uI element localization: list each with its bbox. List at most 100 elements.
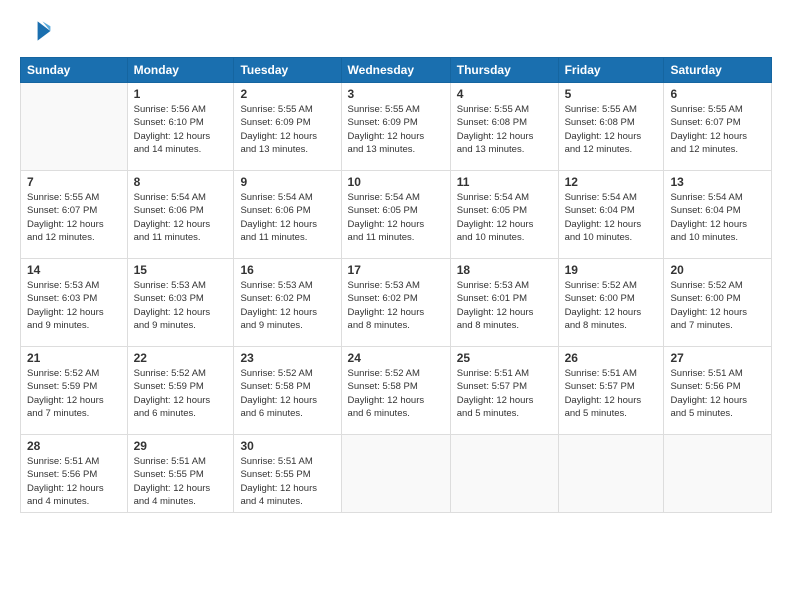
weekday-header-tuesday: Tuesday [234, 58, 341, 83]
calendar-cell: 27 Sunrise: 5:51 AM Sunset: 5:56 PM Dayli… [664, 347, 772, 435]
day-info: Sunrise: 5:55 AM Sunset: 6:08 PM Dayligh… [565, 103, 658, 156]
calendar-cell: 3 Sunrise: 5:55 AM Sunset: 6:09 PM Daylig… [341, 83, 450, 171]
day-number: 2 [240, 87, 334, 101]
day-number: 19 [565, 263, 658, 277]
weekday-header-friday: Friday [558, 58, 664, 83]
day-number: 24 [348, 351, 444, 365]
day-info: Sunrise: 5:55 AM Sunset: 6:09 PM Dayligh… [240, 103, 334, 156]
calendar-cell: 26 Sunrise: 5:51 AM Sunset: 5:57 PM Dayli… [558, 347, 664, 435]
logo-icon [20, 15, 52, 47]
calendar-cell: 16 Sunrise: 5:53 AM Sunset: 6:02 PM Dayli… [234, 259, 341, 347]
calendar-cell: 8 Sunrise: 5:54 AM Sunset: 6:06 PM Daylig… [127, 171, 234, 259]
week-row-4: 21 Sunrise: 5:52 AM Sunset: 5:59 PM Dayli… [21, 347, 772, 435]
day-info: Sunrise: 5:54 AM Sunset: 6:04 PM Dayligh… [565, 191, 658, 244]
day-number: 27 [670, 351, 765, 365]
day-number: 3 [348, 87, 444, 101]
day-info: Sunrise: 5:52 AM Sunset: 6:00 PM Dayligh… [565, 279, 658, 332]
day-info: Sunrise: 5:52 AM Sunset: 5:58 PM Dayligh… [240, 367, 334, 420]
calendar-cell: 24 Sunrise: 5:52 AM Sunset: 5:58 PM Dayli… [341, 347, 450, 435]
day-number: 6 [670, 87, 765, 101]
day-info: Sunrise: 5:54 AM Sunset: 6:06 PM Dayligh… [134, 191, 228, 244]
day-number: 11 [457, 175, 552, 189]
weekday-header-saturday: Saturday [664, 58, 772, 83]
calendar-cell [664, 435, 772, 513]
day-number: 30 [240, 439, 334, 453]
weekday-header-monday: Monday [127, 58, 234, 83]
day-number: 7 [27, 175, 121, 189]
calendar-cell [21, 83, 128, 171]
day-number: 16 [240, 263, 334, 277]
calendar-cell: 2 Sunrise: 5:55 AM Sunset: 6:09 PM Daylig… [234, 83, 341, 171]
calendar-cell: 14 Sunrise: 5:53 AM Sunset: 6:03 PM Dayli… [21, 259, 128, 347]
calendar-cell: 9 Sunrise: 5:54 AM Sunset: 6:06 PM Daylig… [234, 171, 341, 259]
day-info: Sunrise: 5:53 AM Sunset: 6:02 PM Dayligh… [240, 279, 334, 332]
day-number: 12 [565, 175, 658, 189]
calendar-cell: 18Sunrise: 5:53 AM Sunset: 6:01 PM Dayli… [450, 259, 558, 347]
logo [20, 15, 56, 47]
day-info: Sunrise: 5:54 AM Sunset: 6:06 PM Dayligh… [240, 191, 334, 244]
day-number: 9 [240, 175, 334, 189]
calendar-table: SundayMondayTuesdayWednesdayThursdayFrid… [20, 57, 772, 513]
week-row-5: 28Sunrise: 5:51 AM Sunset: 5:56 PM Dayli… [21, 435, 772, 513]
week-row-2: 7Sunrise: 5:55 AM Sunset: 6:07 PM Daylig… [21, 171, 772, 259]
day-info: Sunrise: 5:53 AM Sunset: 6:02 PM Dayligh… [348, 279, 444, 332]
calendar-cell: 5 Sunrise: 5:55 AM Sunset: 6:08 PM Daylig… [558, 83, 664, 171]
day-number: 10 [348, 175, 444, 189]
day-number: 23 [240, 351, 334, 365]
calendar-cell: 6 Sunrise: 5:55 AM Sunset: 6:07 PM Daylig… [664, 83, 772, 171]
day-info: Sunrise: 5:53 AM Sunset: 6:03 PM Dayligh… [134, 279, 228, 332]
calendar-page: SundayMondayTuesdayWednesdayThursdayFrid… [0, 0, 792, 612]
day-info: Sunrise: 5:52 AM Sunset: 5:58 PM Dayligh… [348, 367, 444, 420]
weekday-header-thursday: Thursday [450, 58, 558, 83]
day-number: 21 [27, 351, 121, 365]
calendar-cell: 13 Sunrise: 5:54 AM Sunset: 6:04 PM Dayli… [664, 171, 772, 259]
day-info: Sunrise: 5:53 AM Sunset: 6:03 PM Dayligh… [27, 279, 121, 332]
calendar-cell: 4 Sunrise: 5:55 AM Sunset: 6:08 PM Daylig… [450, 83, 558, 171]
day-number: 22 [134, 351, 228, 365]
day-info: Sunrise: 5:55 AM Sunset: 6:07 PM Dayligh… [670, 103, 765, 156]
day-number: 4 [457, 87, 552, 101]
day-number: 26 [565, 351, 658, 365]
day-info: Sunrise: 5:51 AM Sunset: 5:56 PM Dayligh… [670, 367, 765, 420]
calendar-cell: 25 Sunrise: 5:51 AM Sunset: 5:57 PM Dayli… [450, 347, 558, 435]
day-info: Sunrise: 5:51 AM Sunset: 5:56 PM Dayligh… [27, 455, 121, 508]
day-info: Sunrise: 5:52 AM Sunset: 6:00 PM Dayligh… [670, 279, 765, 332]
weekday-header-row: SundayMondayTuesdayWednesdayThursdayFrid… [21, 58, 772, 83]
day-number: 8 [134, 175, 228, 189]
calendar-cell: 17 Sunrise: 5:53 AM Sunset: 6:02 PM Dayli… [341, 259, 450, 347]
day-info: Sunrise: 5:56 AM Sunset: 6:10 PM Dayligh… [134, 103, 228, 156]
day-number: 13 [670, 175, 765, 189]
day-number: 25 [457, 351, 552, 365]
day-info: Sunrise: 5:51 AM Sunset: 5:57 PM Dayligh… [565, 367, 658, 420]
calendar-cell: 1 Sunrise: 5:56 AM Sunset: 6:10 PM Daylig… [127, 83, 234, 171]
weekday-header-sunday: Sunday [21, 58, 128, 83]
day-info: Sunrise: 5:53 AM Sunset: 6:01 PM Dayligh… [457, 279, 552, 332]
day-info: Sunrise: 5:51 AM Sunset: 5:57 PM Dayligh… [457, 367, 552, 420]
weekday-header-wednesday: Wednesday [341, 58, 450, 83]
calendar-cell: 21 Sunrise: 5:52 AM Sunset: 5:59 PM Dayli… [21, 347, 128, 435]
day-number: 5 [565, 87, 658, 101]
day-info: Sunrise: 5:54 AM Sunset: 6:04 PM Dayligh… [670, 191, 765, 244]
day-info: Sunrise: 5:55 AM Sunset: 6:08 PM Dayligh… [457, 103, 552, 156]
calendar-cell [450, 435, 558, 513]
calendar-cell: 30 Sunrise: 5:51 AM Sunset: 5:55 PM Dayli… [234, 435, 341, 513]
week-row-3: 14 Sunrise: 5:53 AM Sunset: 6:03 PM Dayli… [21, 259, 772, 347]
day-number: 29 [134, 439, 228, 453]
day-number: 17 [348, 263, 444, 277]
day-info: Sunrise: 5:55 AM Sunset: 6:09 PM Dayligh… [348, 103, 444, 156]
calendar-cell: 20Sunrise: 5:52 AM Sunset: 6:00 PM Dayli… [664, 259, 772, 347]
day-info: Sunrise: 5:54 AM Sunset: 6:05 PM Dayligh… [348, 191, 444, 244]
header [20, 15, 772, 47]
calendar-cell [341, 435, 450, 513]
calendar-cell: 19 Sunrise: 5:52 AM Sunset: 6:00 PM Dayli… [558, 259, 664, 347]
calendar-cell: 12 Sunrise: 5:54 AM Sunset: 6:04 PM Dayli… [558, 171, 664, 259]
day-number: 1 [134, 87, 228, 101]
calendar-cell: 29Sunrise: 5:51 AM Sunset: 5:55 PM Dayli… [127, 435, 234, 513]
day-info: Sunrise: 5:52 AM Sunset: 5:59 PM Dayligh… [27, 367, 121, 420]
day-info: Sunrise: 5:51 AM Sunset: 5:55 PM Dayligh… [240, 455, 334, 508]
calendar-cell: 11Sunrise: 5:54 AM Sunset: 6:05 PM Dayli… [450, 171, 558, 259]
calendar-cell: 23 Sunrise: 5:52 AM Sunset: 5:58 PM Dayli… [234, 347, 341, 435]
day-number: 14 [27, 263, 121, 277]
calendar-cell [558, 435, 664, 513]
calendar-cell: 22Sunrise: 5:52 AM Sunset: 5:59 PM Dayli… [127, 347, 234, 435]
